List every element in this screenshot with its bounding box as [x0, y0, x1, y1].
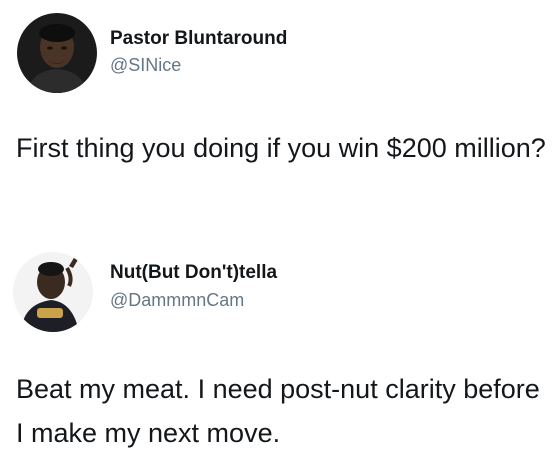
person-avatar-icon[interactable]	[13, 252, 93, 332]
display-name[interactable]: Pastor Bluntaround	[110, 28, 287, 50]
user-handle[interactable]: @SINice	[110, 55, 181, 76]
person-avatar-icon[interactable]	[17, 13, 97, 93]
user-handle[interactable]: @DammmnCam	[110, 290, 244, 311]
display-name[interactable]: Nut(But Don't)tella	[110, 262, 277, 284]
tweet-original: Pastor Bluntaround @SINice First thing y…	[0, 0, 558, 240]
avatar-image	[13, 252, 93, 332]
avatar-image	[17, 13, 97, 93]
tweet-text: First thing you doing if you win $200 mi…	[16, 133, 546, 163]
tweet-reply: Nut(But Don't)tella @DammmnCam Beat my m…	[0, 240, 558, 476]
tweet-text: Beat my meat. I need post-nut clarity be…	[16, 374, 540, 448]
